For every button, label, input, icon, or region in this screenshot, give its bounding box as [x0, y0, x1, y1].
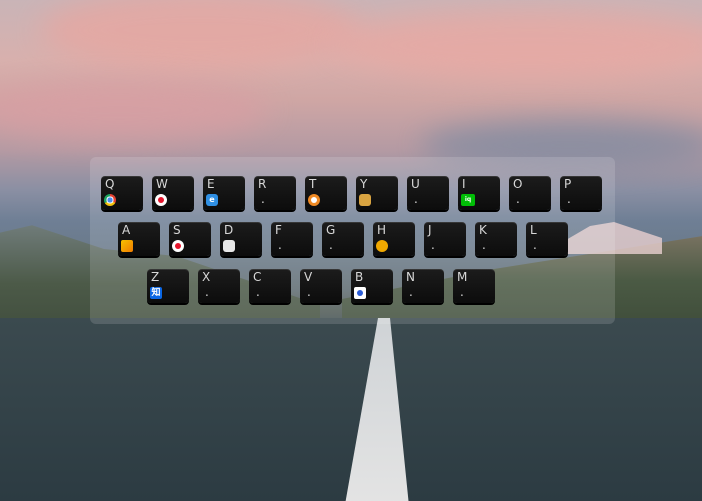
key-letter-label: S	[173, 223, 181, 237]
key-s[interactable]: S	[169, 222, 211, 256]
key-v[interactable]: V.	[300, 269, 342, 303]
cat-icon	[359, 194, 371, 206]
key-letter-label: N	[406, 270, 415, 284]
empty-slot-mark: .	[460, 285, 464, 299]
key-letter-label: G	[326, 223, 336, 237]
keyboard-row-1: Q W Ee R. T Y U. Iiq O. P.	[101, 176, 602, 210]
key-q[interactable]: Q	[101, 176, 143, 210]
keyboard-row-2: ASDF.G.HJ.K.L.	[118, 222, 568, 256]
key-l[interactable]: L.	[526, 222, 568, 256]
key-w[interactable]: W	[152, 176, 194, 210]
key-letter-label: P	[564, 177, 572, 191]
icon-detail	[357, 290, 363, 296]
key-letter-label: B	[355, 270, 364, 284]
key-letter-label: T	[309, 177, 317, 191]
empty-slot-mark: .	[567, 192, 571, 206]
empty-slot-mark: .	[482, 238, 486, 252]
key-i[interactable]: Iiq	[458, 176, 500, 210]
clock-icon	[308, 194, 320, 206]
key-letter-label: Z	[151, 270, 160, 284]
key-letter-label: Y	[360, 177, 368, 191]
key-letter-label: W	[156, 177, 168, 191]
key-p[interactable]: P.	[560, 176, 602, 210]
app-a-icon	[121, 240, 133, 252]
launcher-keyboard-panel: Q W Ee R. T Y U. Iiq O. P. ASDF.G.HJ.K.L. Z知X.C.V…	[90, 157, 615, 324]
weibo-icon	[155, 194, 167, 206]
keyboard-row-3: Z知X.C.V.BN.M.	[147, 269, 495, 303]
key-e[interactable]: Ee	[203, 176, 245, 210]
key-letter-label: J	[428, 223, 432, 237]
monster-icon	[376, 240, 388, 252]
key-b[interactable]: B	[351, 269, 393, 303]
key-letter-label: M	[457, 270, 468, 284]
empty-slot-mark: .	[431, 238, 435, 252]
key-d[interactable]: D	[220, 222, 262, 256]
key-j[interactable]: J.	[424, 222, 466, 256]
key-letter-label: C	[253, 270, 262, 284]
key-letter-label: K	[479, 223, 487, 237]
key-letter-label: Q	[105, 177, 115, 191]
key-letter-label: A	[122, 223, 131, 237]
key-h[interactable]: H	[373, 222, 415, 256]
key-letter-label: X	[202, 270, 211, 284]
empty-slot-mark: .	[533, 238, 537, 252]
key-letter-label: L	[530, 223, 537, 237]
key-letter-label: I	[462, 177, 466, 191]
cloud-shape	[40, 0, 360, 70]
key-a[interactable]: A	[118, 222, 160, 256]
empty-slot-mark: .	[205, 285, 209, 299]
cloud-shape	[330, 10, 702, 80]
empty-slot-mark: .	[307, 285, 311, 299]
bird-icon	[223, 240, 235, 252]
zhihu-icon: 知	[150, 287, 162, 299]
icon-detail	[158, 197, 164, 203]
key-letter-label: U	[411, 177, 420, 191]
key-k[interactable]: K.	[475, 222, 517, 256]
key-letter-label: E	[207, 177, 215, 191]
weibo-icon	[172, 240, 184, 252]
key-n[interactable]: N.	[402, 269, 444, 303]
empty-slot-mark: .	[256, 285, 260, 299]
key-c[interactable]: C.	[249, 269, 291, 303]
key-g[interactable]: G.	[322, 222, 364, 256]
empty-slot-mark: .	[278, 238, 282, 252]
cloud-shape	[0, 80, 270, 140]
key-m[interactable]: M.	[453, 269, 495, 303]
key-letter-label: O	[513, 177, 523, 191]
key-f[interactable]: F.	[271, 222, 313, 256]
key-letter-label: F	[275, 223, 282, 237]
empty-slot-mark: .	[414, 192, 418, 206]
iqiyi-icon: iq	[461, 194, 475, 206]
baidu-icon	[354, 287, 366, 299]
key-r[interactable]: R.	[254, 176, 296, 210]
chrome-icon	[104, 194, 116, 206]
key-o[interactable]: O.	[509, 176, 551, 210]
empty-slot-mark: .	[516, 192, 520, 206]
ie-browser-icon: e	[206, 194, 218, 206]
icon-detail	[175, 243, 181, 249]
key-x[interactable]: X.	[198, 269, 240, 303]
key-u[interactable]: U.	[407, 176, 449, 210]
key-t[interactable]: T	[305, 176, 347, 210]
icon-detail	[311, 197, 317, 203]
key-z[interactable]: Z知	[147, 269, 189, 303]
key-letter-label: H	[377, 223, 387, 237]
empty-slot-mark: .	[261, 192, 265, 206]
key-y[interactable]: Y	[356, 176, 398, 210]
key-letter-label: D	[224, 223, 234, 237]
empty-slot-mark: .	[329, 238, 333, 252]
key-letter-label: V	[304, 270, 313, 284]
key-letter-label: R	[258, 177, 267, 191]
empty-slot-mark: .	[409, 285, 413, 299]
